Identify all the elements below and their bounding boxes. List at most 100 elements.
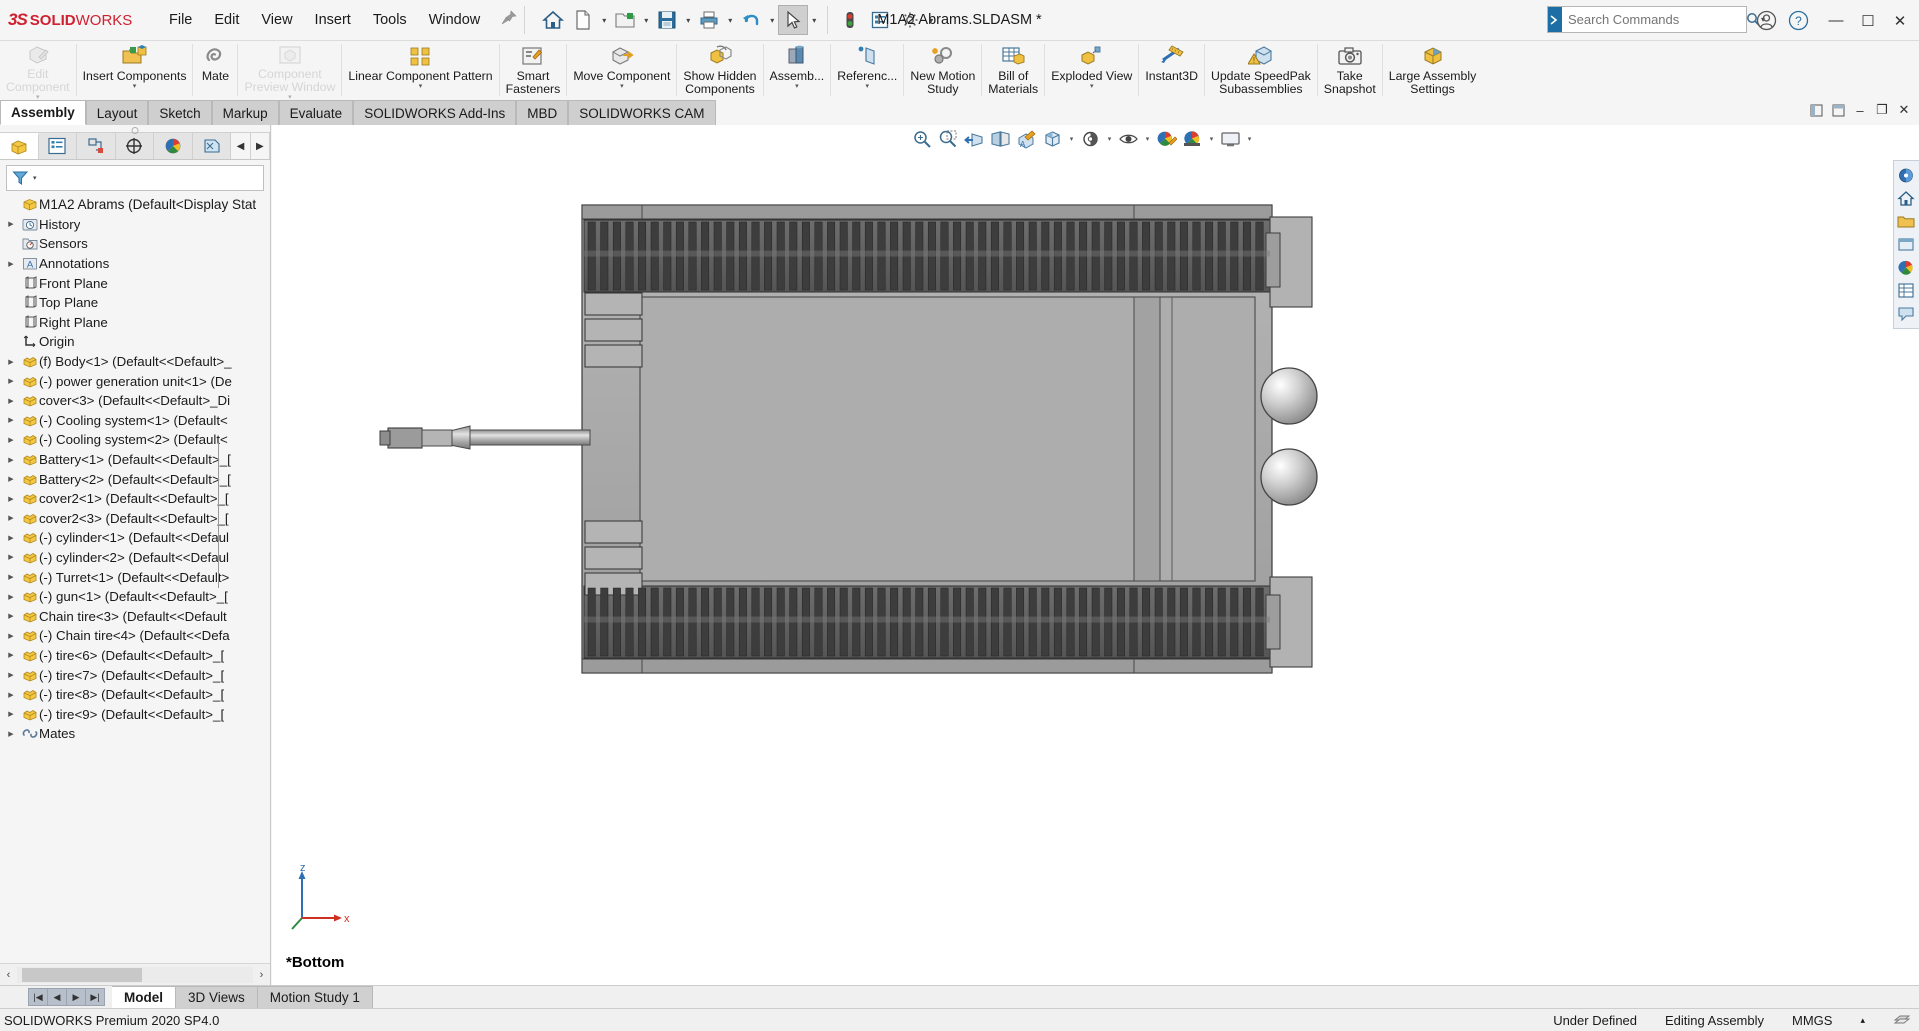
overlay-icon[interactable]	[1893, 1011, 1911, 1030]
zoom-to-area-icon[interactable]	[936, 127, 961, 151]
solidworks-resources-icon[interactable]	[1894, 164, 1918, 187]
display-manager-tab[interactable]	[154, 133, 193, 159]
print-icon[interactable]	[694, 5, 724, 35]
previous-view-icon[interactable]	[962, 127, 987, 151]
search-commands-box[interactable]: ▾	[1547, 6, 1765, 33]
tree-expand-arrow-icon[interactable]: ▶	[2, 495, 20, 503]
next-tab-icon[interactable]: ▶	[66, 988, 86, 1006]
status-units-label[interactable]: MMGS	[1792, 1013, 1832, 1028]
command-tab-mbd[interactable]: MBD	[516, 100, 569, 125]
tree-item[interactable]: ▶ (-) cylinder<1> (Default<<Defaul	[2, 528, 270, 548]
hide-show-items-dropdown[interactable]: ▾	[1142, 135, 1153, 143]
tree-item[interactable]: ▶ (-) tire<6> (Default<<Default>_[	[2, 646, 270, 666]
print-dropdown[interactable]: ▾	[724, 16, 736, 25]
tree-item[interactable]: ▶ (f) Body<1> (Default<<Default>_	[2, 352, 270, 372]
ribbon-button-new-motion-study[interactable]: New Motion Study	[904, 41, 981, 99]
tree-item[interactable]: Top Plane	[2, 293, 270, 313]
ribbon-button-referenc[interactable]: Referenc... ▾	[831, 41, 903, 99]
tree-expand-arrow-icon[interactable]: ▶	[2, 397, 20, 405]
new-document-icon[interactable]	[568, 5, 598, 35]
tree-item[interactable]: Right Plane	[2, 313, 270, 333]
tree-item[interactable]: ▶ (-) gun<1> (Default<<Default>_[	[2, 587, 270, 607]
scrollbar-track[interactable]	[17, 966, 253, 983]
tree-expand-arrow-icon[interactable]: ▶	[2, 553, 20, 561]
ribbon-button-linear-component-pattern[interactable]: Linear Component Pattern ▾	[342, 41, 498, 99]
select-dropdown[interactable]: ▾	[808, 16, 820, 25]
display-style-dropdown[interactable]: ▾	[1104, 135, 1115, 143]
ribbon-button-take-snapshot[interactable]: Take Snapshot	[1318, 41, 1382, 99]
ribbon-button-dropdown[interactable]: ▾	[1090, 83, 1094, 90]
command-tab-solidworks-add-ins[interactable]: SOLIDWORKS Add-Ins	[353, 100, 517, 125]
view-settings-display-dropdown[interactable]: ▾	[1244, 135, 1255, 143]
pin-icon[interactable]	[501, 9, 517, 31]
account-icon[interactable]	[1753, 8, 1779, 34]
tree-expand-arrow-icon[interactable]: ▶	[2, 220, 20, 228]
ribbon-button-exploded-view[interactable]: Exploded View ▾	[1045, 41, 1138, 99]
tree-expand-arrow-icon[interactable]: ▶	[2, 573, 20, 581]
view-settings-display-icon[interactable]	[1218, 127, 1243, 151]
tree-horizontal-scrollbar[interactable]: ‹ ›	[0, 963, 270, 985]
tree-root-item[interactable]: M1A2 Abrams (Default<Display Stat	[2, 195, 270, 215]
tree-expand-arrow-icon[interactable]: ▶	[2, 475, 20, 483]
first-tab-icon[interactable]: |◀	[28, 988, 48, 1006]
tree-item[interactable]: ▶ Chain tire<3> (Default<<Default	[2, 606, 270, 626]
tree-expand-arrow-icon[interactable]: ▶	[2, 534, 20, 542]
restore-doc-icon[interactable]: ❐	[1873, 100, 1891, 120]
tree-item[interactable]: ▶ (-) Turret<1> (Default<<Default>	[2, 567, 270, 587]
rebuild-traffic-light-icon[interactable]	[835, 5, 865, 35]
open-folder-icon[interactable]	[610, 5, 640, 35]
edit-appearance-icon[interactable]	[1154, 127, 1179, 151]
select-cursor-icon[interactable]	[778, 5, 809, 35]
tree-expand-arrow-icon[interactable]: ▶	[2, 260, 20, 268]
appearances-scenes-icon[interactable]	[1894, 256, 1918, 279]
minimize-window-button[interactable]: —	[1821, 5, 1851, 37]
design-library-home-icon[interactable]	[1894, 187, 1918, 210]
display-style-icon[interactable]	[1078, 127, 1103, 151]
options-dropdown[interactable]: ▾	[925, 16, 937, 25]
solidworks-forum-icon[interactable]	[1894, 302, 1918, 325]
panel-tabs-next-button[interactable]: ▶	[251, 133, 270, 159]
command-tab-layout[interactable]: Layout	[85, 100, 149, 125]
view-palette-icon[interactable]	[1894, 233, 1918, 256]
configuration-manager-tab[interactable]	[77, 133, 116, 159]
tree-item[interactable]: ▶ History	[2, 215, 270, 235]
open-dropdown[interactable]: ▾	[640, 16, 652, 25]
section-view-icon[interactable]	[988, 127, 1013, 151]
property-manager-tab[interactable]	[38, 133, 78, 159]
ribbon-button-dropdown[interactable]: ▾	[419, 83, 423, 90]
document-tab-motion-study-1[interactable]: Motion Study 1	[257, 986, 373, 1008]
view-orientation-cube-dropdown[interactable]: ▾	[1066, 135, 1077, 143]
menu-item-window[interactable]: Window	[418, 7, 492, 33]
tree-expand-arrow-icon[interactable]: ▶	[2, 456, 20, 464]
apply-scene-icon[interactable]	[1180, 127, 1205, 151]
menu-item-tools[interactable]: Tools	[362, 7, 418, 33]
tree-item[interactable]: ▶ (-) cylinder<2> (Default<<Defaul	[2, 548, 270, 568]
tree-item[interactable]: ▶ Mates	[2, 724, 270, 744]
tree-item[interactable]: ▶ cover2<3> (Default<<Default>_[	[2, 509, 270, 529]
last-tab-icon[interactable]: ▶|	[85, 988, 105, 1006]
previous-tab-icon[interactable]: ◀	[47, 988, 67, 1006]
home-icon[interactable]	[538, 5, 568, 35]
ribbon-button-move-component[interactable]: Move Component ▾	[567, 41, 676, 99]
view-orientation-paint-icon[interactable]: A	[1014, 127, 1039, 151]
document-tab-3d-views[interactable]: 3D Views	[176, 986, 258, 1008]
panel-tabs-previous-button[interactable]: ◀	[231, 133, 251, 159]
file-properties-icon[interactable]	[865, 5, 895, 35]
ribbon-button-smart-fasteners[interactable]: Smart Fasteners	[500, 41, 567, 99]
command-tab-evaluate[interactable]: Evaluate	[278, 100, 354, 125]
cam-feature-tree-tab[interactable]	[192, 133, 232, 159]
tree-expand-arrow-icon[interactable]: ▶	[2, 514, 20, 522]
ribbon-button-dropdown[interactable]: ▾	[866, 83, 870, 90]
tree-expand-arrow-icon[interactable]: ▶	[2, 612, 20, 620]
options-gear-icon[interactable]	[895, 5, 925, 35]
menu-item-file[interactable]: File	[158, 7, 203, 33]
restore-down-icon[interactable]	[1807, 100, 1825, 120]
command-tab-assembly[interactable]: Assembly	[0, 100, 86, 125]
tree-item[interactable]: Origin	[2, 332, 270, 352]
pin-tab-icon[interactable]	[1829, 100, 1847, 120]
ribbon-button-large-assembly-settings[interactable]: Large Assembly Settings	[1383, 41, 1483, 99]
menu-item-insert[interactable]: Insert	[304, 7, 362, 33]
tree-expand-arrow-icon[interactable]: ▶	[2, 416, 20, 424]
hide-show-items-icon[interactable]	[1116, 127, 1141, 151]
dimxpert-manager-tab[interactable]	[115, 133, 155, 159]
